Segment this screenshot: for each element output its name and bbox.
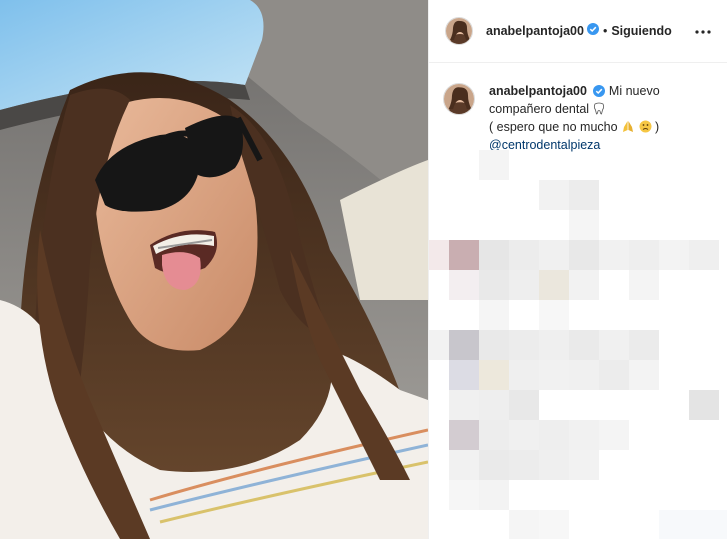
caption-username[interactable]: anabelpantoja00 bbox=[489, 84, 587, 98]
caption-line-1: Mi nuevo bbox=[608, 84, 660, 98]
following-button[interactable]: Siguiendo bbox=[611, 24, 671, 38]
caption-text: anabelpantoja00 Mi nuevo compañero denta… bbox=[489, 83, 709, 153]
verified-badge-icon bbox=[593, 85, 606, 101]
slightly-frowning-emoji bbox=[639, 120, 652, 137]
author-avatar[interactable] bbox=[445, 17, 473, 45]
caption-close-paren: ) bbox=[655, 120, 660, 134]
tooth-emoji bbox=[593, 102, 605, 119]
verified-badge-icon bbox=[586, 22, 599, 40]
caption-avatar[interactable] bbox=[443, 83, 475, 115]
separator-dot: • bbox=[602, 24, 608, 38]
pray-emoji bbox=[621, 120, 635, 137]
selfie-image bbox=[0, 0, 428, 539]
caption-line-2: compañero dental bbox=[489, 102, 590, 116]
pixelated-comments-area bbox=[429, 150, 727, 539]
post-header: anabelpantoja00 • Siguiendo bbox=[429, 0, 727, 63]
caption-comment: anabelpantoja00 Mi nuevo compañero denta… bbox=[429, 63, 727, 153]
caption-line-3: ( espero que no mucho bbox=[489, 120, 618, 134]
more-options-icon[interactable] bbox=[691, 20, 715, 44]
header-username[interactable]: anabelpantoja00 bbox=[486, 24, 584, 38]
post-photo[interactable] bbox=[0, 0, 428, 539]
post-side-panel: anabelpantoja00 • Siguiendo anabelpantoj… bbox=[428, 0, 727, 539]
